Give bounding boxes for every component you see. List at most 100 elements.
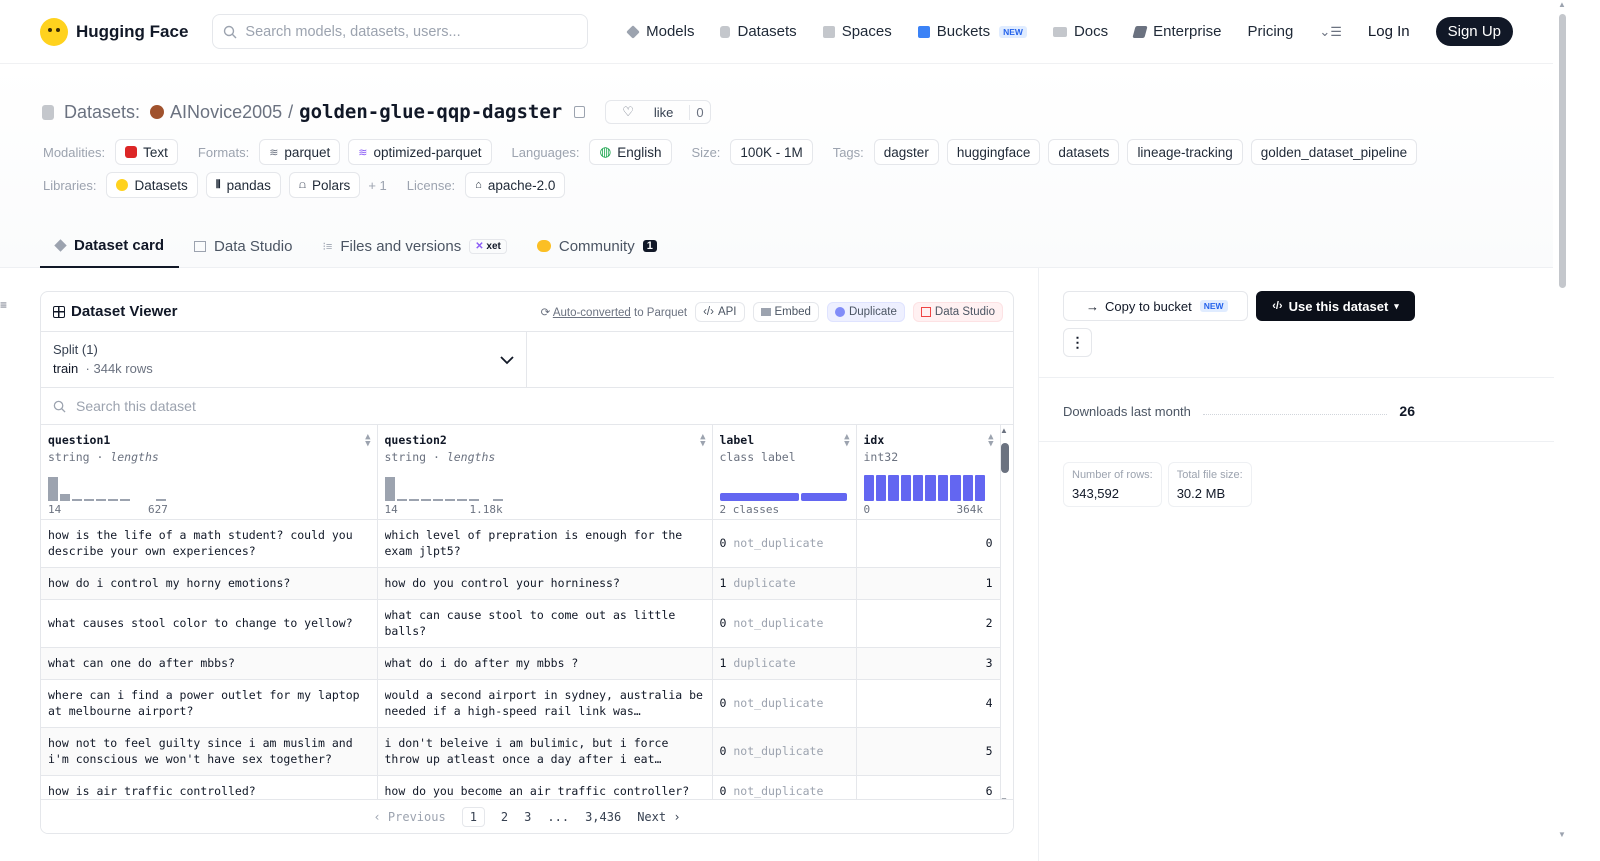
page-button[interactable]: 2 bbox=[501, 810, 508, 824]
nav-docs[interactable]: Docs bbox=[1052, 23, 1108, 40]
signup-button[interactable]: Sign Up bbox=[1435, 17, 1513, 46]
library-chip-datasets[interactable]: Datasets bbox=[106, 172, 198, 198]
histogram-bar[interactable] bbox=[492, 499, 503, 501]
scrollbar-thumb[interactable] bbox=[1001, 443, 1009, 473]
api-button[interactable]: ‹/› API bbox=[695, 301, 745, 322]
class-distribution-bar[interactable] bbox=[719, 492, 848, 501]
scroll-up-icon[interactable]: ▲ bbox=[1000, 426, 1008, 435]
split-selector[interactable]: Split (1) train · 344k rows bbox=[41, 332, 527, 387]
table-row[interactable]: how is the life of a math student? could… bbox=[41, 519, 1001, 568]
brand[interactable]: Hugging Face bbox=[40, 17, 188, 46]
length-histogram[interactable] bbox=[384, 473, 503, 501]
cell-question1[interactable]: what causes stool color to change to yel… bbox=[41, 599, 378, 648]
cell-question2[interactable]: how do you control your horniness? bbox=[377, 567, 713, 600]
more-options-button[interactable]: ⋮ bbox=[1063, 328, 1092, 357]
login-link[interactable]: Log In bbox=[1368, 23, 1410, 40]
histogram-bar[interactable] bbox=[84, 499, 94, 501]
histogram-bar[interactable] bbox=[120, 499, 130, 501]
tag-chip[interactable]: huggingface bbox=[946, 139, 1041, 165]
histogram-bar[interactable] bbox=[925, 474, 936, 501]
histogram-bar[interactable] bbox=[108, 499, 118, 501]
cell-label[interactable]: 1 duplicate bbox=[712, 647, 857, 680]
embed-button[interactable]: Embed bbox=[752, 301, 819, 322]
nav-models[interactable]: Models bbox=[626, 23, 694, 40]
duplicate-button[interactable]: Duplicate bbox=[826, 301, 905, 322]
column-header-question2[interactable]: question2 string · lengths ▲ ▼ 14 1.18k bbox=[377, 425, 713, 520]
cell-question1[interactable]: how is the life of a math student? could… bbox=[41, 519, 378, 568]
cell-idx[interactable]: 0 bbox=[856, 519, 1001, 568]
length-histogram[interactable] bbox=[48, 473, 166, 501]
license-chip[interactable]: ⌂ apache-2.0 bbox=[465, 172, 566, 198]
cell-question2[interactable]: which level of prepration is enough for … bbox=[377, 519, 713, 568]
histogram-bar[interactable] bbox=[420, 499, 431, 501]
column-header-label[interactable]: label class label ▲ ▼ 2 classes bbox=[712, 425, 857, 520]
data-studio-button[interactable]: Data Studio bbox=[912, 301, 1003, 322]
global-search[interactable] bbox=[212, 14, 589, 49]
copy-icon[interactable] bbox=[574, 106, 586, 118]
format-chip-parquet[interactable]: ≋ parquet bbox=[259, 139, 341, 165]
nav-enterprise[interactable]: Enterprise bbox=[1132, 23, 1222, 40]
histogram-bar[interactable] bbox=[468, 499, 479, 501]
histogram-bar[interactable] bbox=[962, 474, 974, 501]
tag-chip[interactable]: datasets bbox=[1048, 139, 1120, 165]
sort-icon[interactable]: ▲ ▼ bbox=[365, 433, 370, 449]
histogram-bar[interactable] bbox=[937, 474, 949, 501]
nav-buckets[interactable]: Buckets NEW bbox=[917, 23, 1027, 40]
tag-chip[interactable]: golden_dataset_pipeline bbox=[1250, 139, 1418, 165]
histogram-bar[interactable] bbox=[950, 474, 961, 501]
dataset-name[interactable]: golden-glue-qqp-dagster bbox=[299, 101, 562, 123]
sort-icon[interactable]: ▲ ▼ bbox=[844, 433, 849, 449]
histogram-bar[interactable] bbox=[975, 474, 986, 501]
idx-histogram[interactable] bbox=[863, 474, 986, 501]
library-chip-pandas[interactable]: ⦀ pandas bbox=[205, 172, 281, 198]
cell-idx[interactable]: 2 bbox=[856, 599, 1001, 648]
global-search-input[interactable] bbox=[245, 23, 566, 40]
copy-to-bucket-button[interactable]: → Copy to bucket NEW bbox=[1063, 291, 1248, 321]
sort-icon[interactable]: ▲ ▼ bbox=[988, 433, 993, 449]
table-row[interactable]: how do i control my horny emotions? how … bbox=[41, 567, 1001, 600]
histogram-bar[interactable] bbox=[156, 499, 166, 501]
cell-question1[interactable]: how do i control my horny emotions? bbox=[41, 567, 378, 600]
histogram-bar[interactable] bbox=[863, 474, 874, 501]
cell-label[interactable]: 0 not_duplicate bbox=[712, 599, 857, 648]
table-scrollbar[interactable]: ▲ ▼ bbox=[999, 426, 1011, 805]
cell-label[interactable]: 0 not_duplicate bbox=[712, 727, 857, 776]
histogram-bar[interactable] bbox=[432, 499, 443, 501]
library-chip-polars[interactable]: ⩍ Polars bbox=[288, 172, 361, 198]
page-scrollbar[interactable]: ▲ ▼ bbox=[1553, 0, 1600, 861]
column-header-question1[interactable]: question1 string · lengths ▲ ▼ 14 627 bbox=[41, 425, 378, 520]
histogram-bar[interactable] bbox=[384, 476, 395, 501]
tab-files-and-versions[interactable]: ⁝≡ Files and versions ✕ xet bbox=[307, 224, 521, 268]
page-button[interactable]: 3 bbox=[524, 810, 531, 824]
tab-dataset-card[interactable]: Dataset card bbox=[40, 224, 180, 268]
cell-question2[interactable]: would a second airport in sydney, austra… bbox=[377, 679, 713, 728]
cell-question2[interactable]: i don't beleive i am bulimic, but i forc… bbox=[377, 727, 713, 776]
histogram-bar[interactable] bbox=[456, 499, 467, 501]
libraries-more[interactable]: + 1 bbox=[368, 178, 386, 193]
auto-converted-link[interactable]: Auto-converted bbox=[553, 307, 631, 319]
cell-idx[interactable]: 5 bbox=[856, 727, 1001, 776]
table-row[interactable]: where can i find a power outlet for my l… bbox=[41, 679, 1001, 728]
size-chip[interactable]: 100K - 1M bbox=[730, 139, 813, 165]
cell-idx[interactable]: 3 bbox=[856, 647, 1001, 680]
toc-toggle-icon[interactable]: ≡ bbox=[0, 298, 7, 312]
cell-question2[interactable]: what can cause stool to come out as litt… bbox=[377, 599, 713, 648]
histogram-bar[interactable] bbox=[96, 499, 106, 501]
cell-question2[interactable]: what do i do after my mbbs ? bbox=[377, 647, 713, 680]
modality-chip-text[interactable]: Text bbox=[115, 139, 178, 165]
page-scrollbar-thumb[interactable] bbox=[1559, 14, 1566, 288]
previous-page-button[interactable]: ‹ Previous bbox=[373, 810, 445, 824]
table-row[interactable]: what causes stool color to change to yel… bbox=[41, 599, 1001, 648]
histogram-bar[interactable] bbox=[60, 493, 70, 501]
cell-label[interactable]: 0 not_duplicate bbox=[712, 679, 857, 728]
tag-chip[interactable]: dagster bbox=[873, 139, 939, 165]
table-row[interactable]: how not to feel guilty since i am muslim… bbox=[41, 727, 1001, 776]
histogram-bar[interactable] bbox=[913, 474, 924, 501]
format-chip-optimized-parquet[interactable]: ≋ optimized-parquet bbox=[348, 139, 492, 165]
tag-chip[interactable]: lineage-tracking bbox=[1127, 139, 1243, 165]
language-chip-english[interactable]: ◍ English bbox=[589, 139, 672, 165]
tab-community[interactable]: Community 1 bbox=[522, 224, 672, 268]
class-segment[interactable] bbox=[719, 492, 799, 501]
histogram-bar[interactable] bbox=[72, 499, 82, 501]
next-page-button[interactable]: Next › bbox=[637, 810, 680, 824]
